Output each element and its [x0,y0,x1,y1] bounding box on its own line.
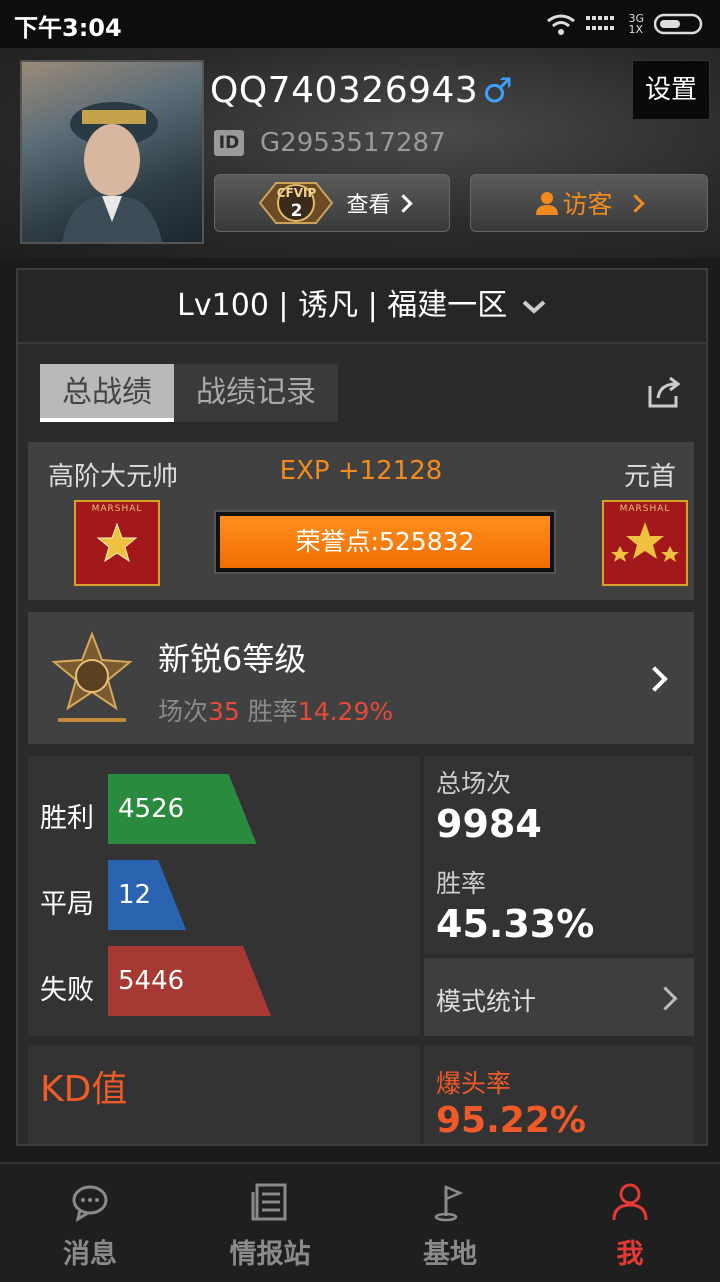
headshot-panel: 爆头率 95.22% [424,1046,694,1144]
overall-winrate-value: 45.33% [436,902,595,946]
visitor-label: 访客 [562,190,613,219]
avatar[interactable] [20,60,204,244]
headshot-label: 爆头率 [436,1069,512,1098]
total-matches-label: 总场次 [436,769,512,798]
exp-text: EXP +12128 [279,456,443,486]
cfvip-badge-icon: CFVIP 2 [254,175,338,231]
vip-view-label: 查看 [346,193,391,218]
overall-winrate-label: 胜率 [436,869,487,898]
honor-points: 荣誉点:525832 [220,516,550,568]
nav-base-label: 基地 [423,1239,477,1270]
battery-icon [654,13,703,35]
matches-value: 35 [208,697,240,726]
server-text: Lv100 | 诱凡 | 福建一区 [177,288,508,323]
next-rank-medal-icon: MARSHAL [602,500,688,586]
loss-count: 5446 [118,966,185,996]
total-matches-value: 9984 [436,802,542,846]
chevron-right-icon [653,986,678,1011]
chevron-right-icon [393,193,413,213]
win-count: 4526 [118,794,185,824]
status-bar: 下午3:04 3G 1X [0,0,720,48]
wifi-icon [547,14,576,35]
nav-me-label: 我 [616,1239,644,1270]
signal-icon [586,16,615,30]
level-title: 新锐6等级 [158,640,307,678]
win-label: 胜利 [40,803,94,834]
level-star-badge-icon [51,631,133,722]
winrate-label: 胜率 [247,697,298,726]
current-rank-medal-icon: MARSHAL [74,500,160,586]
username: QQ740326943 ♂ [210,70,513,111]
news-icon [251,1183,287,1221]
flag-icon [434,1185,464,1222]
summary-panel: 总场次 9984 胜率 45.33% [424,756,694,954]
headshot-value: 95.22% [436,1100,586,1141]
nav-messages-label: 消息 [63,1239,117,1270]
server-selector[interactable]: Lv100 | 诱凡 | 福建一区 [18,270,706,344]
bottom-nav: 消息 情报站 基地 我 [0,1162,720,1282]
avatar-portrait [62,102,162,242]
results-breakdown: 胜利 4526 平局 12 失败 5446 [28,756,420,1036]
nav-news[interactable]: 情报站 [180,1164,360,1282]
draw-label: 平局 [40,889,94,920]
chevron-right-icon [642,666,668,692]
visitor-button[interactable]: 访客 [470,174,708,232]
stats-panel: 胜利 4526 平局 12 失败 5446 总场次 9984 胜率 45.33%… [28,756,694,1036]
id-icon: ID [214,130,244,156]
status-icons: 3G 1X [546,10,706,38]
person-icon [536,192,559,215]
nav-messages[interactable]: 消息 [0,1164,180,1282]
settings-button[interactable]: 设置 [632,60,710,120]
matches-label: 场次 [158,697,209,726]
person-icon [612,1183,648,1221]
nav-base[interactable]: 基地 [360,1164,540,1282]
draw-count: 12 [118,880,152,910]
chat-icon [72,1185,108,1223]
winrate-value: 14.29% [297,697,394,726]
status-time: 下午3:04 [14,14,122,42]
share-icon[interactable] [646,374,682,410]
mode-stats-label: 模式统计 [436,987,537,1016]
vip-view-button[interactable]: CFVIP 2 查看 [214,174,450,232]
vip-level: 2 [290,201,303,221]
kd-panel: KD值 [28,1046,420,1144]
vip-badge-text: CFVIP [276,186,317,200]
chevron-right-icon [625,193,645,213]
loss-label: 失败 [40,975,94,1006]
username-text: QQ740326943 [210,70,479,111]
tab-bar: 总战绩 战绩记录 [40,364,338,422]
kd-label: KD值 [40,1069,128,1110]
stats-card: Lv100 | 诱凡 | 福建一区 总战绩 战绩记录 高阶大元帅 元首 EXP … [16,268,708,1146]
player-id: G2953517287 [260,128,446,158]
level-panel[interactable]: 新锐6等级 场次35 胜率14.29% [28,612,694,744]
tab-overall[interactable]: 总战绩 [40,364,174,422]
profile-header: QQ740326943 ♂ 设置 ID G2953517287 CFVIP 2 查… [0,48,720,258]
mode-stats-button[interactable]: 模式统计 [424,958,694,1036]
male-icon: ♂ [482,71,514,111]
level-stats: 场次35 胜率14.29% [158,692,393,728]
nav-me[interactable]: 我 [540,1164,720,1282]
honor-points-bar: 荣誉点:525832 [214,510,556,574]
nav-news-label: 情报站 [229,1239,311,1270]
rank-panel: 高阶大元帅 元首 EXP +12128 MARSHAL MARSHAL 荣誉点:… [28,442,694,600]
network-type: 3G 1X [628,12,644,36]
chevron-down-icon [522,300,546,314]
tab-records[interactable]: 战绩记录 [174,364,338,422]
